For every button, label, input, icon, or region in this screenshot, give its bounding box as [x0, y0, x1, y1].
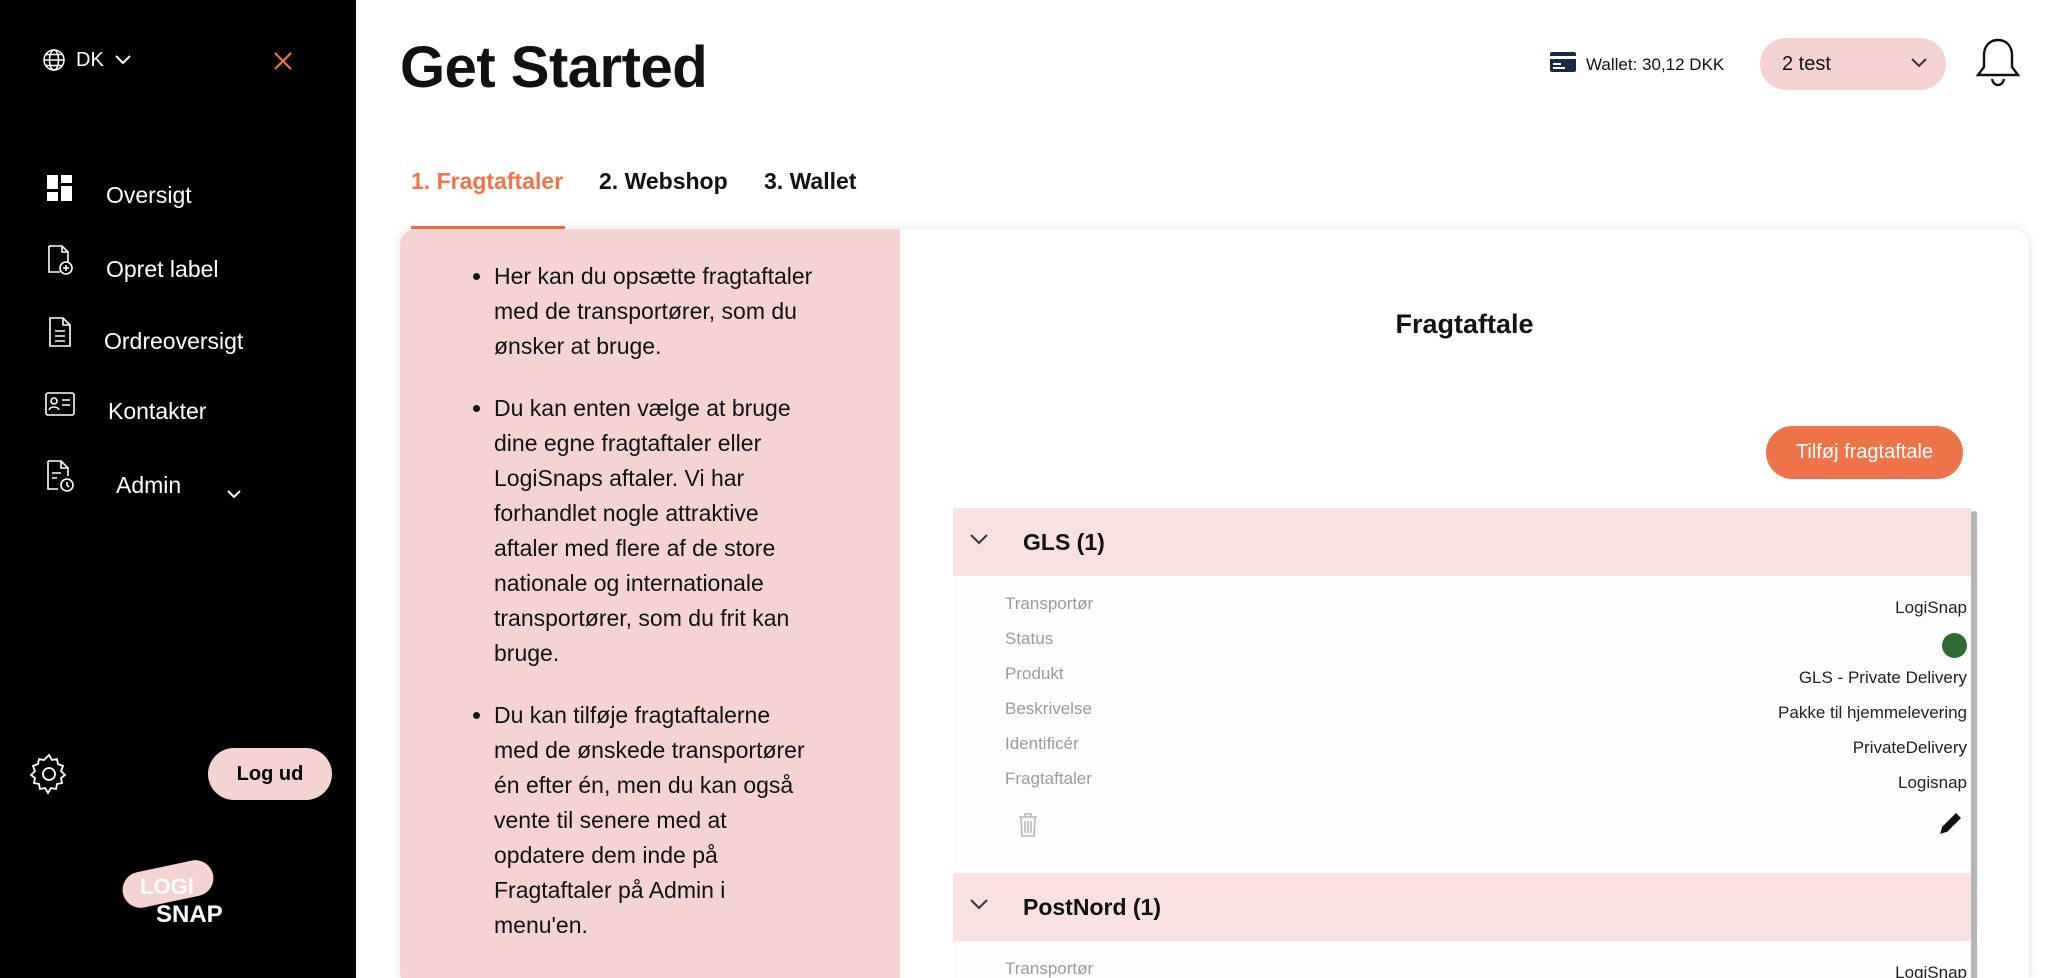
page-title: Get Started: [400, 35, 708, 100]
trash-icon[interactable]: [1017, 812, 1039, 838]
credit-card-icon: [1550, 52, 1576, 77]
detail-key: Status: [1005, 629, 1054, 648]
account-selector[interactable]: 2 test: [1760, 38, 1946, 90]
carrier-group-gls[interactable]: GLS (1): [953, 508, 1971, 576]
language-label: DK: [76, 48, 104, 71]
detail-key: Fragtaftaler: [1005, 769, 1092, 788]
document-list-icon: [44, 316, 76, 348]
dashboard-icon: [44, 172, 76, 204]
tab-webshop[interactable]: 2. Webshop: [599, 168, 728, 195]
detail-row: Transportør LogiSnap: [953, 953, 1971, 978]
info-list: Her kan du opsætte fragtaftaler med de t…: [494, 259, 814, 970]
add-agreement-button[interactable]: Tilføj fragtaftale: [1766, 426, 1963, 479]
sidebar-item-label: Opret label: [106, 256, 219, 282]
agreements-panel: Fragtaftale Tilføj fragtaftale GLS (1) T…: [900, 229, 2029, 978]
logo-text-logi: LOGI: [140, 874, 194, 899]
tab-wallet[interactable]: 3. Wallet: [764, 168, 856, 195]
carrier-group-name: PostNord (1): [1023, 893, 1161, 920]
info-panel: Her kan du opsætte fragtaftaler med de t…: [400, 229, 900, 978]
close-icon[interactable]: [270, 48, 296, 74]
contact-card-icon: [44, 388, 76, 420]
chevron-down-icon: [114, 54, 132, 66]
detail-row: Transportør LogiSnap: [953, 588, 1971, 622]
wallet-balance[interactable]: Wallet: 30,12 DKK: [1550, 52, 1724, 77]
pencil-icon[interactable]: [1937, 809, 1965, 837]
detail-row: Produkt GLS - Private Delivery: [953, 658, 1971, 692]
sidebar-item-admin[interactable]: Admin: [44, 460, 241, 499]
sidebar-item-label: Kontakter: [108, 398, 207, 424]
detail-key: Transportør: [1005, 959, 1094, 978]
section-title: Fragtaftale: [1395, 309, 1534, 339]
carrier-list: GLS (1) Transportør LogiSnap Status Prod…: [953, 508, 1977, 978]
detail-value: PrivateDelivery: [1852, 738, 1967, 757]
add-document-icon: [44, 244, 76, 276]
chevron-down-icon: [969, 897, 989, 916]
detail-key: Beskrivelse: [1005, 699, 1092, 718]
language-selector[interactable]: DK: [42, 48, 132, 72]
detail-value: LogiSnap: [1895, 598, 1967, 617]
detail-key: Produkt: [1005, 664, 1064, 683]
carrier-details: Transportør LogiSnap: [953, 941, 1971, 978]
detail-row: Identificér PrivateDelivery: [953, 728, 1971, 762]
chevron-down-icon: [1910, 52, 1928, 75]
scrollbar[interactable]: [1971, 511, 1977, 978]
info-bullet: Du kan enten vælge at bruge dine egne fr…: [494, 391, 814, 671]
chevron-down-icon: [226, 478, 242, 505]
admin-document-icon: [44, 460, 76, 492]
sidebar-item-label: Ordreoversigt: [104, 328, 244, 354]
sidebar-item-oversigt[interactable]: Oversigt: [44, 172, 192, 208]
logout-button[interactable]: Log ud: [208, 748, 332, 800]
info-bullet: Her kan du opsætte fragtaftaler med de t…: [494, 259, 814, 364]
detail-value: Logisnap: [1897, 773, 1967, 792]
gear-icon[interactable]: [27, 752, 71, 796]
get-started-card: Her kan du opsætte fragtaftaler med de t…: [400, 229, 2029, 978]
sidebar: DK Oversigt Opret label Ordreoversigt Ko…: [0, 0, 356, 978]
carrier-group-postnord[interactable]: PostNord (1): [953, 873, 1971, 941]
globe-icon: [42, 48, 66, 72]
wallet-label: Wallet: 30,12 DKK: [1586, 54, 1725, 74]
detail-row: Beskrivelse Pakke til hjemmelevering: [953, 693, 1971, 727]
logo-text-snap: SNAP: [156, 901, 223, 928]
detail-value: LogiSnap: [1895, 963, 1967, 978]
sidebar-item-ordreoversigt[interactable]: Ordreoversigt: [44, 316, 243, 354]
carrier-group-name: GLS (1): [1023, 528, 1105, 555]
sidebar-item-opret-label[interactable]: Opret label: [44, 244, 219, 282]
detail-row: Fragtaftaler Logisnap: [953, 763, 1971, 797]
logisnap-logo: LOGI SNAP: [118, 858, 238, 928]
detail-key: Identificér: [1005, 734, 1079, 753]
detail-key: Transportør: [1005, 594, 1094, 613]
account-label: 2 test: [1782, 52, 1831, 75]
bell-icon[interactable]: [1974, 36, 2022, 88]
tab-fragtaftaler[interactable]: 1. Fragtaftaler: [411, 168, 563, 195]
detail-value: Pakke til hjemmelevering: [1778, 703, 1967, 722]
app-root: DK Oversigt Opret label Ordreoversigt Ko…: [0, 0, 2048, 978]
carrier-details: Transportør LogiSnap Status Produkt GLS …: [953, 576, 1971, 873]
info-bullet: Du kan tilføje fragtaftalerne med de øns…: [494, 698, 814, 943]
status-badge: [1942, 633, 1967, 658]
chevron-down-icon: [969, 532, 989, 551]
sidebar-item-label: Admin: [116, 472, 182, 498]
detail-value: GLS - Private Delivery: [1798, 668, 1967, 687]
sidebar-item-label: Oversigt: [106, 182, 192, 208]
sidebar-item-kontakter[interactable]: Kontakter: [44, 388, 206, 424]
detail-row: Status: [953, 623, 1971, 658]
